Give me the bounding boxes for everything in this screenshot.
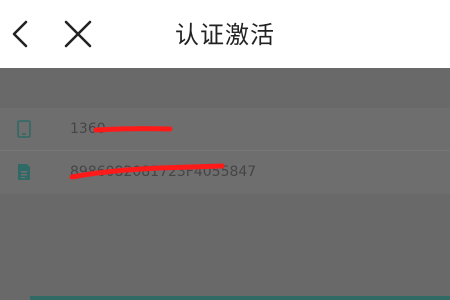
sim-card-icon <box>18 164 30 180</box>
page-title: 认证激活 <box>175 21 275 49</box>
list-item-sim: 8986082081723F4055847 <box>0 151 450 193</box>
iccid-number: 8986082081723F4055847 <box>70 164 257 180</box>
phone-icon <box>17 120 31 138</box>
modal-overlay: 1360 8986082081723F4055847 <box>0 68 450 300</box>
app-header: 认证激活 <box>0 0 450 68</box>
list-item-phone: 1360 <box>0 108 450 150</box>
bottom-action-bar[interactable] <box>30 296 450 300</box>
phone-number: 1360 <box>70 121 106 137</box>
